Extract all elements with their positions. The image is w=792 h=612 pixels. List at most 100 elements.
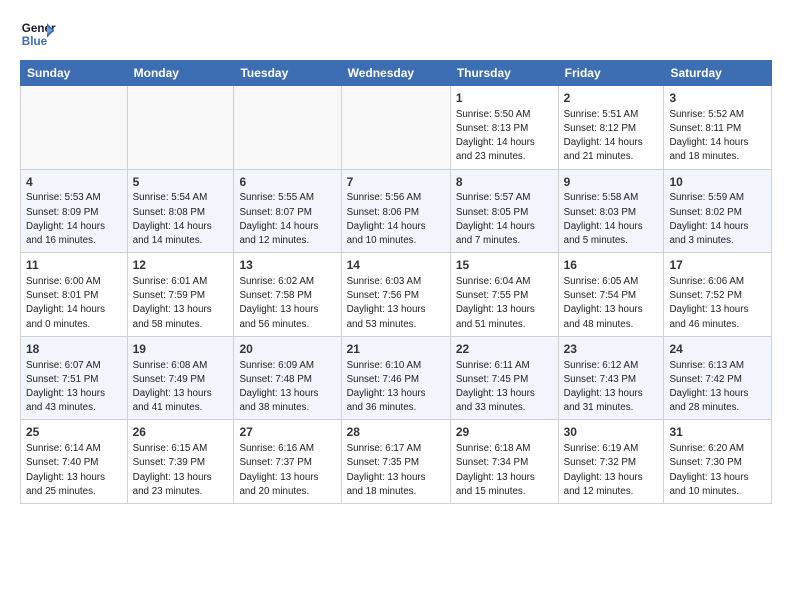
day-number: 15	[456, 257, 553, 274]
day-info: Sunrise: 5:54 AM Sunset: 8:08 PM Dayligh…	[133, 191, 229, 248]
calendar-cell: 31Sunrise: 6:20 AM Sunset: 7:30 PM Dayli…	[664, 420, 772, 504]
calendar-cell: 20Sunrise: 6:09 AM Sunset: 7:48 PM Dayli…	[234, 336, 341, 420]
day-info: Sunrise: 5:51 AM Sunset: 8:12 PM Dayligh…	[564, 108, 659, 165]
day-info: Sunrise: 5:58 AM Sunset: 8:03 PM Dayligh…	[564, 191, 659, 248]
calendar-cell: 8Sunrise: 5:57 AM Sunset: 8:05 PM Daylig…	[450, 169, 558, 253]
day-info: Sunrise: 6:07 AM Sunset: 7:51 PM Dayligh…	[26, 359, 122, 416]
day-info: Sunrise: 6:04 AM Sunset: 7:55 PM Dayligh…	[456, 275, 553, 332]
day-info: Sunrise: 6:08 AM Sunset: 7:49 PM Dayligh…	[133, 359, 229, 416]
day-number: 6	[239, 174, 335, 191]
calendar-cell	[341, 86, 450, 170]
week-row-1: 1Sunrise: 5:50 AM Sunset: 8:13 PM Daylig…	[21, 86, 772, 170]
weekday-header-saturday: Saturday	[664, 61, 772, 86]
day-number: 17	[669, 257, 766, 274]
day-number: 12	[133, 257, 229, 274]
day-info: Sunrise: 6:15 AM Sunset: 7:39 PM Dayligh…	[133, 442, 229, 499]
calendar-cell: 22Sunrise: 6:11 AM Sunset: 7:45 PM Dayli…	[450, 336, 558, 420]
day-info: Sunrise: 6:20 AM Sunset: 7:30 PM Dayligh…	[669, 442, 766, 499]
calendar-cell: 14Sunrise: 6:03 AM Sunset: 7:56 PM Dayli…	[341, 253, 450, 337]
day-number: 1	[456, 90, 553, 107]
week-row-3: 11Sunrise: 6:00 AM Sunset: 8:01 PM Dayli…	[21, 253, 772, 337]
day-number: 24	[669, 341, 766, 358]
day-number: 19	[133, 341, 229, 358]
day-info: Sunrise: 6:12 AM Sunset: 7:43 PM Dayligh…	[564, 359, 659, 416]
day-info: Sunrise: 6:18 AM Sunset: 7:34 PM Dayligh…	[456, 442, 553, 499]
day-info: Sunrise: 6:17 AM Sunset: 7:35 PM Dayligh…	[347, 442, 445, 499]
calendar-cell: 1Sunrise: 5:50 AM Sunset: 8:13 PM Daylig…	[450, 86, 558, 170]
calendar-cell	[234, 86, 341, 170]
day-number: 14	[347, 257, 445, 274]
day-info: Sunrise: 6:03 AM Sunset: 7:56 PM Dayligh…	[347, 275, 445, 332]
day-number: 21	[347, 341, 445, 358]
week-row-4: 18Sunrise: 6:07 AM Sunset: 7:51 PM Dayli…	[21, 336, 772, 420]
day-number: 29	[456, 424, 553, 441]
day-info: Sunrise: 5:57 AM Sunset: 8:05 PM Dayligh…	[456, 191, 553, 248]
weekday-header-sunday: Sunday	[21, 61, 128, 86]
calendar-cell: 13Sunrise: 6:02 AM Sunset: 7:58 PM Dayli…	[234, 253, 341, 337]
day-number: 2	[564, 90, 659, 107]
day-info: Sunrise: 6:19 AM Sunset: 7:32 PM Dayligh…	[564, 442, 659, 499]
day-info: Sunrise: 5:56 AM Sunset: 8:06 PM Dayligh…	[347, 191, 445, 248]
svg-text:Blue: Blue	[22, 35, 48, 48]
weekday-header-monday: Monday	[127, 61, 234, 86]
day-info: Sunrise: 6:10 AM Sunset: 7:46 PM Dayligh…	[347, 359, 445, 416]
day-number: 11	[26, 257, 122, 274]
day-number: 20	[239, 341, 335, 358]
weekday-header-row: SundayMondayTuesdayWednesdayThursdayFrid…	[21, 61, 772, 86]
calendar-cell: 23Sunrise: 6:12 AM Sunset: 7:43 PM Dayli…	[558, 336, 664, 420]
day-number: 7	[347, 174, 445, 191]
calendar-cell: 26Sunrise: 6:15 AM Sunset: 7:39 PM Dayli…	[127, 420, 234, 504]
calendar-cell: 3Sunrise: 5:52 AM Sunset: 8:11 PM Daylig…	[664, 86, 772, 170]
calendar-cell: 6Sunrise: 5:55 AM Sunset: 8:07 PM Daylig…	[234, 169, 341, 253]
calendar-cell: 4Sunrise: 5:53 AM Sunset: 8:09 PM Daylig…	[21, 169, 128, 253]
day-number: 30	[564, 424, 659, 441]
day-number: 16	[564, 257, 659, 274]
calendar-cell: 25Sunrise: 6:14 AM Sunset: 7:40 PM Dayli…	[21, 420, 128, 504]
day-number: 25	[26, 424, 122, 441]
calendar-cell	[127, 86, 234, 170]
calendar-table: SundayMondayTuesdayWednesdayThursdayFrid…	[20, 60, 772, 504]
calendar-cell: 29Sunrise: 6:18 AM Sunset: 7:34 PM Dayli…	[450, 420, 558, 504]
day-info: Sunrise: 6:02 AM Sunset: 7:58 PM Dayligh…	[239, 275, 335, 332]
week-row-5: 25Sunrise: 6:14 AM Sunset: 7:40 PM Dayli…	[21, 420, 772, 504]
calendar-cell: 18Sunrise: 6:07 AM Sunset: 7:51 PM Dayli…	[21, 336, 128, 420]
day-number: 13	[239, 257, 335, 274]
calendar-cell: 2Sunrise: 5:51 AM Sunset: 8:12 PM Daylig…	[558, 86, 664, 170]
day-number: 31	[669, 424, 766, 441]
calendar-cell: 7Sunrise: 5:56 AM Sunset: 8:06 PM Daylig…	[341, 169, 450, 253]
day-number: 18	[26, 341, 122, 358]
calendar-cell: 21Sunrise: 6:10 AM Sunset: 7:46 PM Dayli…	[341, 336, 450, 420]
logo: General Blue	[20, 16, 56, 52]
day-number: 22	[456, 341, 553, 358]
day-info: Sunrise: 6:09 AM Sunset: 7:48 PM Dayligh…	[239, 359, 335, 416]
calendar-cell: 16Sunrise: 6:05 AM Sunset: 7:54 PM Dayli…	[558, 253, 664, 337]
day-info: Sunrise: 5:53 AM Sunset: 8:09 PM Dayligh…	[26, 191, 122, 248]
calendar-cell: 30Sunrise: 6:19 AM Sunset: 7:32 PM Dayli…	[558, 420, 664, 504]
header: General Blue	[20, 16, 772, 52]
day-info: Sunrise: 6:06 AM Sunset: 7:52 PM Dayligh…	[669, 275, 766, 332]
day-info: Sunrise: 6:14 AM Sunset: 7:40 PM Dayligh…	[26, 442, 122, 499]
day-info: Sunrise: 6:16 AM Sunset: 7:37 PM Dayligh…	[239, 442, 335, 499]
weekday-header-friday: Friday	[558, 61, 664, 86]
day-info: Sunrise: 6:11 AM Sunset: 7:45 PM Dayligh…	[456, 359, 553, 416]
day-number: 27	[239, 424, 335, 441]
day-number: 10	[669, 174, 766, 191]
week-row-2: 4Sunrise: 5:53 AM Sunset: 8:09 PM Daylig…	[21, 169, 772, 253]
weekday-header-wednesday: Wednesday	[341, 61, 450, 86]
calendar-cell: 11Sunrise: 6:00 AM Sunset: 8:01 PM Dayli…	[21, 253, 128, 337]
day-info: Sunrise: 5:55 AM Sunset: 8:07 PM Dayligh…	[239, 191, 335, 248]
calendar-cell: 5Sunrise: 5:54 AM Sunset: 8:08 PM Daylig…	[127, 169, 234, 253]
day-number: 3	[669, 90, 766, 107]
day-number: 5	[133, 174, 229, 191]
day-number: 4	[26, 174, 122, 191]
weekday-header-tuesday: Tuesday	[234, 61, 341, 86]
calendar-cell: 28Sunrise: 6:17 AM Sunset: 7:35 PM Dayli…	[341, 420, 450, 504]
day-number: 9	[564, 174, 659, 191]
day-info: Sunrise: 6:13 AM Sunset: 7:42 PM Dayligh…	[669, 359, 766, 416]
calendar-cell: 15Sunrise: 6:04 AM Sunset: 7:55 PM Dayli…	[450, 253, 558, 337]
calendar-cell: 12Sunrise: 6:01 AM Sunset: 7:59 PM Dayli…	[127, 253, 234, 337]
logo-icon: General Blue	[20, 16, 56, 52]
day-info: Sunrise: 5:52 AM Sunset: 8:11 PM Dayligh…	[669, 108, 766, 165]
weekday-header-thursday: Thursday	[450, 61, 558, 86]
calendar-cell: 10Sunrise: 5:59 AM Sunset: 8:02 PM Dayli…	[664, 169, 772, 253]
